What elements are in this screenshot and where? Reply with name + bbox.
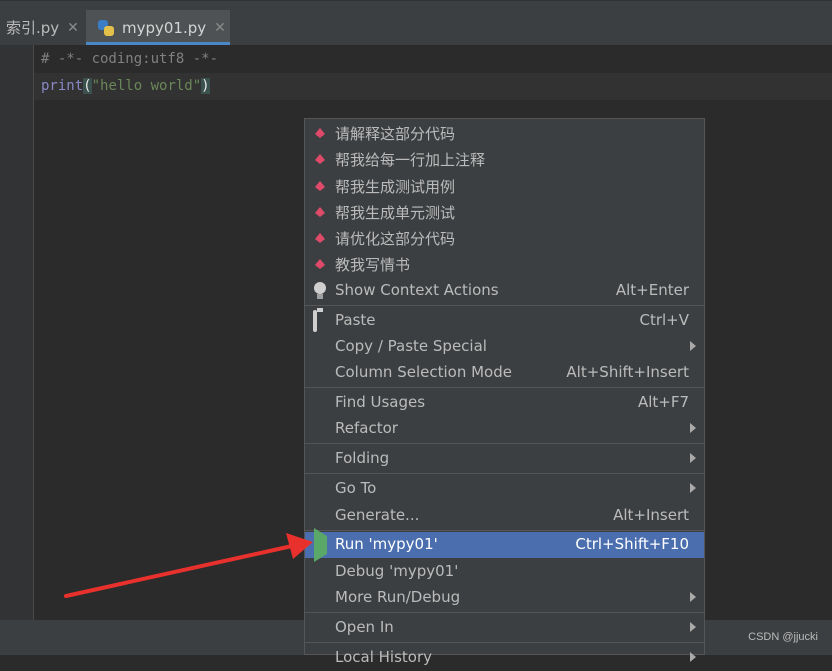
menu-item-explain-code[interactable]: 请解释这部分代码 (305, 120, 704, 146)
menu-item-label: 请优化这部分代码 (335, 230, 456, 248)
menu-item-generate[interactable]: Generate... Alt+Insert (305, 503, 704, 529)
python-file-icon (98, 19, 114, 36)
menu-separator (305, 642, 704, 643)
code-string-literal: "hello world" (91, 78, 202, 94)
menu-item-show-context-actions[interactable]: Show Context Actions Alt+Enter (305, 278, 704, 304)
menu-item-folding[interactable]: Folding (305, 446, 704, 472)
menu-item-shortcut: Alt+Insert (613, 506, 689, 524)
menu-item-label: Open In (335, 618, 394, 636)
code-line-1[interactable]: # -*- coding:utf8 -*- (41, 46, 218, 73)
menu-separator (305, 305, 704, 306)
close-tab-icon[interactable]: ✕ (214, 20, 226, 36)
code-line-2[interactable]: print("hello world") (41, 73, 210, 100)
menu-item-label: 帮我生成单元测试 (335, 204, 456, 222)
menu-item-more-run-debug[interactable]: More Run/Debug (305, 585, 704, 611)
menu-item-label: Find Usages (335, 393, 426, 411)
menu-separator (305, 530, 704, 531)
run-icon (311, 528, 329, 562)
menu-item-label: Refactor (335, 419, 398, 437)
menu-item-label: Column Selection Mode (335, 363, 512, 381)
menu-item-label: 帮我给每一行加上注释 (335, 151, 486, 169)
menu-item-add-comments[interactable]: 帮我给每一行加上注释 (305, 146, 704, 172)
code-function-name: print (41, 78, 84, 94)
menu-item-refactor[interactable]: Refactor (305, 416, 704, 442)
menu-item-shortcut: Ctrl+V (639, 311, 689, 329)
submenu-arrow-icon (690, 622, 696, 632)
menu-item-label: 帮我生成测试用例 (335, 178, 456, 196)
menu-separator (305, 443, 704, 444)
clipboard-icon (311, 310, 329, 332)
lotus-icon (311, 229, 329, 247)
menu-item-copy-paste-special[interactable]: Copy / Paste Special (305, 334, 704, 360)
menu-item-generate-test-cases[interactable]: 帮我生成测试用例 (305, 173, 704, 199)
menu-item-label: Paste (335, 311, 376, 329)
menu-item-run-mypy01[interactable]: Run 'mypy01' Ctrl+Shift+F10 (305, 528, 704, 562)
submenu-arrow-icon (690, 423, 696, 433)
menu-item-shortcut: Alt+F7 (637, 393, 689, 411)
code-close-paren: ) (201, 78, 210, 94)
editor-context-menu: 请解释这部分代码 帮我给每一行加上注释 帮我生成测试用例 帮我生成单元测试 请优… (304, 118, 705, 666)
lightbulb-icon (311, 282, 329, 300)
code-open-paren: ( (83, 78, 92, 94)
menu-item-shortcut: Alt+Shift+Insert (566, 363, 689, 381)
menu-item-label: Generate... (335, 506, 420, 524)
menu-item-local-history[interactable]: Local History (305, 645, 704, 671)
lotus-icon (311, 177, 329, 195)
menu-item-open-in[interactable]: Open In (305, 615, 704, 641)
menu-item-label: Copy / Paste Special (335, 337, 487, 355)
lotus-icon (311, 124, 329, 142)
menu-item-paste[interactable]: Paste Ctrl+V (305, 308, 704, 334)
submenu-arrow-icon (690, 592, 696, 602)
menu-item-label: Local History (335, 648, 433, 666)
menu-item-column-selection-mode[interactable]: Column Selection Mode Alt+Shift+Insert (305, 360, 704, 386)
tab-label: mypy01.py (122, 18, 207, 37)
menu-item-label: More Run/Debug (335, 588, 461, 606)
menu-item-label: Debug 'mypy01' (335, 562, 459, 580)
menu-item-label: 教我写情书 (335, 256, 411, 274)
menu-item-optimize-code[interactable]: 请优化这部分代码 (305, 225, 704, 251)
tab-suoyin-py[interactable]: 索引.py ✕ (0, 10, 86, 45)
menu-item-shortcut: Ctrl+Shift+F10 (575, 535, 689, 553)
menu-item-find-usages[interactable]: Find Usages Alt+F7 (305, 390, 704, 416)
menu-item-debug-mypy01[interactable]: Debug 'mypy01' (305, 559, 704, 585)
menu-item-shortcut: Alt+Enter (615, 281, 689, 299)
menu-item-generate-unit-tests[interactable]: 帮我生成单元测试 (305, 199, 704, 225)
menu-item-label: Run 'mypy01' (335, 535, 438, 553)
submenu-arrow-icon (690, 341, 696, 351)
menu-separator (305, 387, 704, 388)
watermark: CSDN @jjucki (748, 631, 818, 643)
tab-bar-border (0, 0, 832, 1)
lotus-icon (311, 255, 329, 273)
menu-item-go-to[interactable]: Go To (305, 476, 704, 502)
submenu-arrow-icon (690, 453, 696, 463)
lotus-icon (311, 150, 329, 168)
menu-item-label: Show Context Actions (335, 281, 499, 299)
close-tab-icon[interactable]: ✕ (67, 20, 79, 36)
tab-mypy01-py[interactable]: mypy01.py ✕ (86, 10, 230, 45)
menu-separator (305, 612, 704, 613)
menu-item-love-letter[interactable]: 教我写情书 (305, 251, 704, 277)
menu-item-label: 请解释这部分代码 (335, 125, 456, 143)
menu-item-label: Folding (335, 449, 390, 467)
menu-item-label: Go To (335, 479, 377, 497)
tab-label: 索引.py (6, 19, 60, 37)
submenu-arrow-icon (690, 483, 696, 493)
editor-gutter[interactable] (0, 45, 33, 620)
menu-separator (305, 473, 704, 474)
lotus-icon (311, 203, 329, 221)
debug-icon (311, 563, 329, 581)
editor-tab-bar: 索引.py ✕ mypy01.py ✕ (0, 0, 832, 45)
submenu-arrow-icon (690, 652, 696, 662)
